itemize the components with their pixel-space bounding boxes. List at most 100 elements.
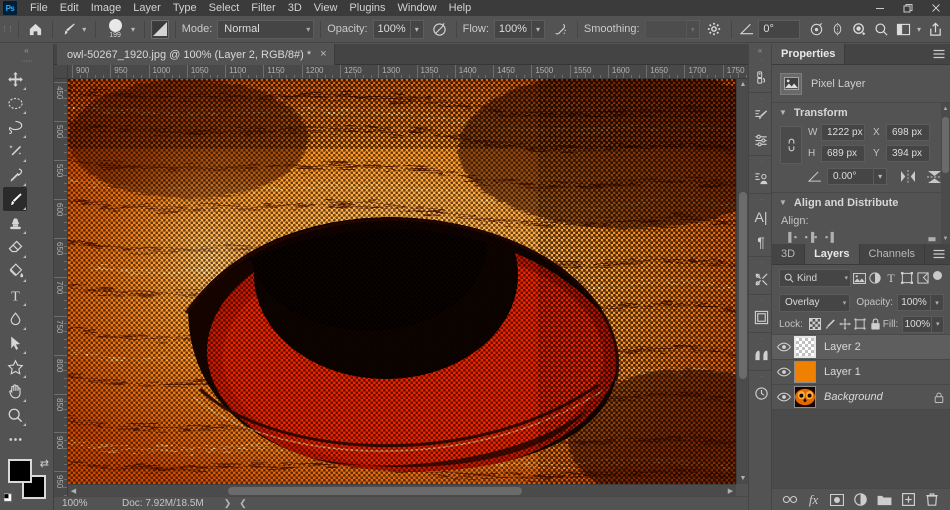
search-plus-icon[interactable]	[848, 18, 870, 40]
adjustments-icon[interactable]	[749, 128, 773, 153]
lock-artboard-icon[interactable]	[853, 316, 868, 333]
workspace-chevron-down-icon[interactable]: ▾	[914, 25, 924, 34]
options-bar-grip[interactable]: ⋮⋮	[1, 16, 14, 43]
adjustment-layer-icon[interactable]	[851, 490, 871, 510]
layer-row[interactable]: Layer 2	[772, 335, 950, 360]
menu-layer[interactable]: Layer	[127, 0, 167, 16]
layer-visibility-icon[interactable]	[774, 342, 794, 352]
menu-view[interactable]: View	[308, 0, 344, 16]
default-colors-icon[interactable]	[4, 491, 17, 504]
layer-name[interactable]: Layer 1	[824, 366, 944, 378]
y-input[interactable]: 394 px	[886, 145, 930, 162]
dock-grip[interactable]: ⋯	[749, 297, 771, 305]
menu-filter[interactable]: Filter	[245, 0, 281, 16]
history-icon[interactable]	[749, 381, 773, 406]
flow-chevron-down-icon[interactable]: ▾	[531, 19, 546, 39]
menu-edit[interactable]: Edit	[54, 0, 85, 16]
pressure-size-icon[interactable]	[806, 18, 827, 40]
angle-input[interactable]: 0°	[758, 19, 801, 39]
symmetry-icon[interactable]	[827, 18, 848, 40]
type-tool[interactable]: T	[3, 283, 27, 307]
x-input[interactable]: 698 px	[886, 124, 930, 141]
scroll-down-icon[interactable]: ▼	[941, 233, 950, 244]
angle-input[interactable]: 0.00°	[827, 168, 875, 185]
fill-chevron-down-icon[interactable]: ▾	[932, 315, 945, 333]
horizontal-scrollbar[interactable]: ◀ ▶	[68, 484, 736, 496]
filter-shape-icon[interactable]	[899, 269, 915, 287]
menu-plugins[interactable]: Plugins	[343, 0, 391, 16]
paint-bucket-tool[interactable]	[3, 259, 27, 283]
share-icon[interactable]	[924, 18, 946, 40]
align-right-icon[interactable]: ▪ ▌	[821, 229, 841, 244]
custom-shape-tool[interactable]	[3, 355, 27, 379]
transform-section-header[interactable]: ▼ Transform	[772, 103, 950, 122]
search-icon[interactable]	[870, 18, 892, 40]
horizontal-scroll-thumb[interactable]	[228, 487, 523, 495]
dock-grip[interactable]: ⋯	[749, 196, 771, 204]
layer-visibility-icon[interactable]	[774, 367, 794, 377]
opacity-input[interactable]: 100%	[372, 19, 411, 39]
dock-grip[interactable]: ⋯	[749, 95, 771, 103]
panel-menu-icon[interactable]	[928, 44, 950, 64]
path-selection-tool[interactable]	[3, 331, 27, 355]
filter-smart-icon[interactable]	[915, 269, 931, 287]
dock-grip[interactable]: ⋯	[749, 335, 771, 343]
move-tool[interactable]	[3, 67, 27, 91]
blend-mode-select[interactable]: Normal ▾	[217, 19, 315, 39]
link-layers-icon[interactable]	[780, 490, 800, 510]
layer-thumbnail[interactable]	[794, 361, 816, 383]
flip-vertical-icon[interactable]	[927, 170, 942, 184]
status-chevron-right-icon[interactable]: ❯	[204, 498, 232, 509]
flow-input[interactable]: 100%	[493, 19, 532, 39]
layer-row[interactable]: Background	[772, 385, 950, 410]
clone-stamp-tool[interactable]	[3, 211, 27, 235]
new-layer-icon[interactable]	[898, 490, 918, 510]
opacity-chevron-down-icon[interactable]: ▾	[410, 19, 424, 39]
layer-blend-mode-select[interactable]: Overlay ▾	[779, 293, 851, 312]
libraries-icon[interactable]	[749, 166, 773, 191]
status-chevron-left-icon[interactable]: ❮	[231, 498, 247, 509]
menu-3d[interactable]: 3D	[282, 0, 308, 16]
filter-pixel-icon[interactable]	[851, 269, 867, 287]
lock-transparency-icon[interactable]	[808, 316, 823, 333]
layer-opacity-chevron-down-icon[interactable]: ▾	[931, 294, 944, 311]
home-icon[interactable]	[25, 18, 46, 40]
vertical-scroll-thumb[interactable]	[739, 192, 747, 379]
collapse-panel-icon[interactable]: «	[0, 44, 53, 57]
align-bottom-icon[interactable]: ▃	[922, 229, 942, 244]
patterns-icon[interactable]	[749, 305, 773, 330]
healing-brush-tool[interactable]	[3, 163, 27, 187]
menu-select[interactable]: Select	[203, 0, 246, 16]
menu-file[interactable]: File	[24, 0, 54, 16]
dock-grip[interactable]: ⋯	[749, 158, 771, 166]
brush-tool[interactable]	[3, 187, 27, 211]
layer-opacity-input[interactable]: 100%	[897, 294, 931, 311]
foreground-color-swatch[interactable]	[8, 459, 32, 483]
lock-all-icon[interactable]	[868, 316, 883, 333]
lock-position-icon[interactable]	[838, 316, 853, 333]
layer-visibility-icon[interactable]	[774, 392, 794, 402]
scroll-up-icon[interactable]: ▲	[941, 103, 950, 114]
align-section-header[interactable]: ▼ Align and Distribute	[772, 193, 950, 212]
layer-thumbnail[interactable]	[794, 336, 816, 358]
brush-preset-chevron-down-icon[interactable]: ▾	[128, 25, 137, 34]
panel-menu-icon[interactable]	[928, 244, 950, 264]
filter-kind-select[interactable]: Kind ▾	[779, 269, 851, 287]
fill-input[interactable]: 100%	[902, 315, 933, 333]
canvas-viewport[interactable]	[68, 79, 736, 484]
properties-scrollbar[interactable]: ▲ ▼	[941, 103, 950, 244]
lock-image-icon[interactable]	[823, 316, 838, 333]
align-center-h-icon[interactable]: ▪▐▪	[801, 229, 821, 244]
angle-chevron-down-icon[interactable]: ▾	[874, 168, 887, 185]
blur-tool[interactable]	[3, 307, 27, 331]
document-image[interactable]	[68, 79, 736, 484]
link-wh-icon[interactable]	[780, 126, 802, 164]
pressure-opacity-icon[interactable]	[429, 18, 450, 40]
minimize-button[interactable]	[866, 0, 894, 16]
expand-panels-icon[interactable]: «	[749, 44, 771, 57]
character-icon[interactable]: A|	[749, 204, 773, 229]
zoom-level[interactable]: 100%	[54, 498, 112, 509]
filter-toggle-icon[interactable]	[933, 270, 942, 280]
brush-presets-icon[interactable]	[749, 103, 773, 128]
paragraph-icon[interactable]: ¶	[749, 229, 773, 254]
